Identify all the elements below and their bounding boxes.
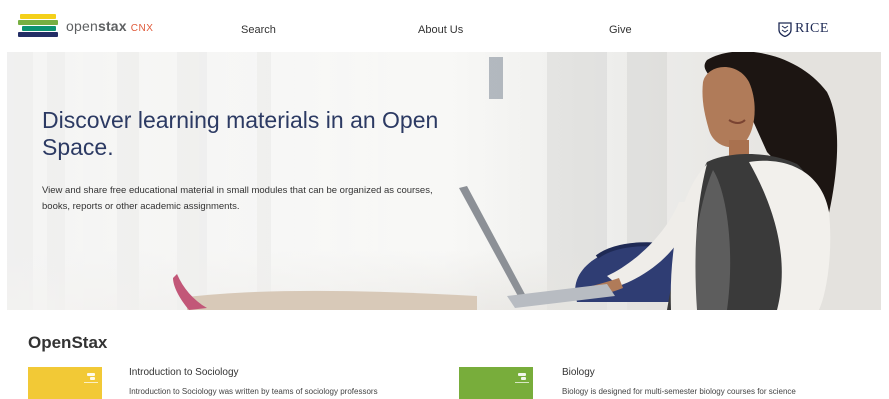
hero-banner: Discover learning materials in an Open S… — [7, 52, 881, 310]
sociology-book-description: Introduction to Sociology was written by… — [129, 387, 378, 396]
cover-subtitle-line — [515, 382, 529, 383]
nav-about-link[interactable]: About Us — [418, 24, 463, 36]
cover-logo-icon-part — [521, 377, 526, 380]
nav-search-link[interactable]: Search — [241, 24, 276, 36]
openstax-section-heading: OpenStax — [28, 333, 108, 352]
site-header: openstax CNX Search About Us Give RICE — [0, 0, 889, 52]
rice-logo[interactable]: RICE — [778, 21, 829, 37]
logo-wordmark: openstax CNX — [66, 18, 153, 34]
logo-product: CNX — [130, 23, 154, 34]
biology-book-description: Biology is designed for multi-semester b… — [562, 387, 796, 396]
logo-brand-light: open — [66, 18, 98, 34]
biology-book-cover[interactable] — [459, 367, 533, 399]
sociology-book-title[interactable]: Introduction to Sociology — [129, 367, 239, 378]
book-stack-icon — [18, 14, 58, 38]
student-laptop-illustration — [173, 52, 881, 310]
biology-book-title[interactable]: Biology — [562, 367, 595, 378]
cover-logo-icon — [87, 373, 95, 376]
hero-title: Discover learning materials in an Open S… — [42, 107, 439, 160]
cover-subtitle-line — [84, 382, 98, 383]
openstax-cnx-logo[interactable]: openstax CNX — [18, 14, 153, 38]
hero-description: View and share free educational material… — [42, 185, 433, 212]
sociology-book-cover[interactable] — [28, 367, 102, 399]
cover-logo-icon-part — [90, 377, 95, 380]
rice-shield-icon — [778, 21, 792, 37]
rice-wordmark: RICE — [795, 21, 829, 36]
cover-logo-icon — [518, 373, 526, 376]
nav-give-link[interactable]: Give — [609, 24, 632, 36]
logo-brand-bold: stax — [97, 18, 127, 34]
